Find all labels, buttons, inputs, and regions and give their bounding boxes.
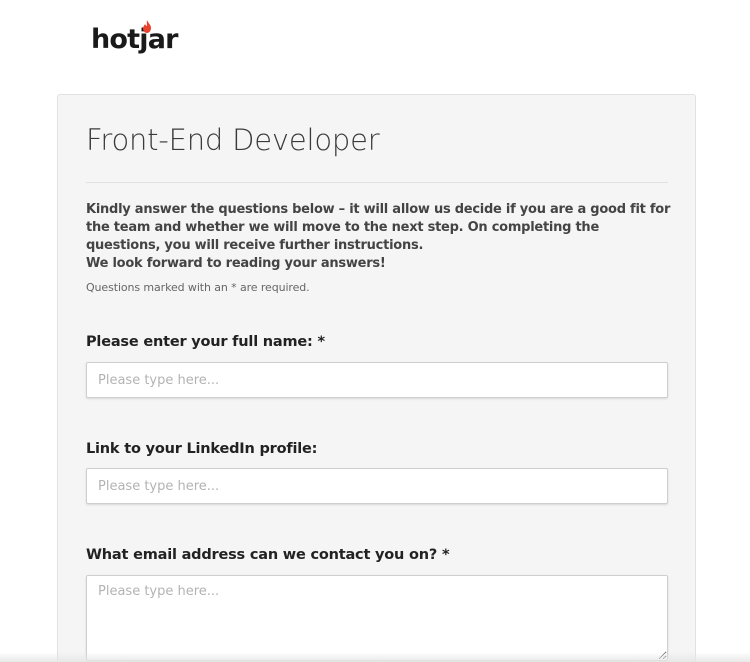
hotjar-logo[interactable]: hotj ar	[91, 20, 178, 59]
full-name-input[interactable]	[86, 362, 668, 398]
scroll-fade	[0, 652, 750, 662]
form-title: Front-End Developer	[86, 123, 380, 157]
question-label-full-name: Please enter your full name: *	[86, 334, 325, 350]
intro-paragraph: Kindly answer the questions below – it w…	[86, 202, 671, 253]
form-intro: Kindly answer the questions below – it w…	[86, 201, 676, 273]
linkedin-input[interactable]	[86, 468, 668, 504]
intro-closing-line: We look forward to reading your answers!	[86, 256, 386, 271]
title-divider	[86, 182, 668, 183]
question-label-email: What email address can we contact you on…	[86, 547, 450, 563]
logo-text-prefix: hot	[91, 24, 140, 55]
logo-j-with-flame: j	[139, 20, 152, 59]
email-textarea[interactable]	[86, 575, 668, 661]
form-card: Front-End Developer Kindly answer the qu…	[57, 94, 696, 662]
question-label-linkedin: Link to your LinkedIn profile:	[86, 441, 318, 457]
required-note: Questions marked with an * are required.	[86, 281, 310, 294]
flame-icon	[143, 20, 152, 33]
